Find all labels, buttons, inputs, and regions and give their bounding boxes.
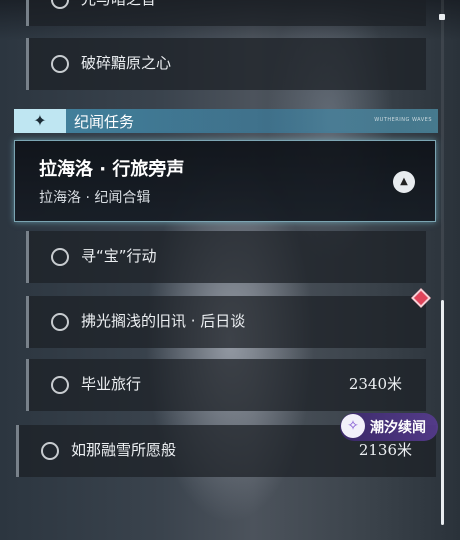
section-title: 纪闻任务 (74, 113, 135, 131)
quest-status-circle-icon (51, 313, 69, 331)
quest-row-graduation[interactable]: 毕业旅行 2340米 (26, 359, 426, 411)
quest-label: 破碎黯原之心 (81, 54, 172, 72)
badge-label: 潮汐续闻 (370, 420, 426, 436)
scrollbar-thumb[interactable] (441, 300, 444, 525)
quest-distance: 2340米 (348, 375, 402, 393)
tide-badge[interactable]: ✧ 潮汐续闻 (340, 413, 438, 441)
featured-title: 拉海洛 · 行旅旁声 (39, 159, 185, 180)
chevron-up-icon[interactable]: ▲ (393, 171, 415, 193)
quest-status-circle-icon (51, 0, 69, 9)
tide-icon: ✧ (341, 414, 365, 438)
featured-subtitle: 拉海洛 · 纪闻合辑 (39, 190, 151, 206)
quest-status-circle-icon (51, 248, 69, 266)
quest-status-circle-icon (51, 55, 69, 73)
quest-row-partial[interactable]: 光与暗之音 (26, 0, 426, 26)
quest-row-old-news[interactable]: 拂光搁浅的旧讯 · 后日谈 (26, 296, 426, 348)
scrollbar-top-marker (439, 14, 445, 20)
quest-label: 寻“宝”行动 (81, 247, 157, 265)
section-ticker: WUTHERING WAVES (374, 117, 432, 123)
section-header: ✦ 纪闻任务 WUTHERING WAVES (14, 109, 438, 133)
quest-label: 光与暗之音 (81, 0, 156, 9)
quest-distance: 2136米 (358, 441, 412, 459)
quest-row-treasure[interactable]: 寻“宝”行动 (26, 231, 426, 283)
quest-row-broken-heart[interactable]: 破碎黯原之心 (26, 38, 426, 90)
sparkle-icon: ✦ (14, 109, 66, 133)
featured-quest-card[interactable]: 拉海洛 · 行旅旁声 拉海洛 · 纪闻合辑 ▲ (14, 140, 436, 222)
quest-status-circle-icon (41, 442, 59, 460)
quest-status-circle-icon (51, 376, 69, 394)
quest-label: 毕业旅行 (81, 375, 142, 393)
quest-label: 如那融雪所愿般 (71, 441, 177, 459)
quest-label: 拂光搁浅的旧讯 · 后日谈 (81, 312, 246, 330)
